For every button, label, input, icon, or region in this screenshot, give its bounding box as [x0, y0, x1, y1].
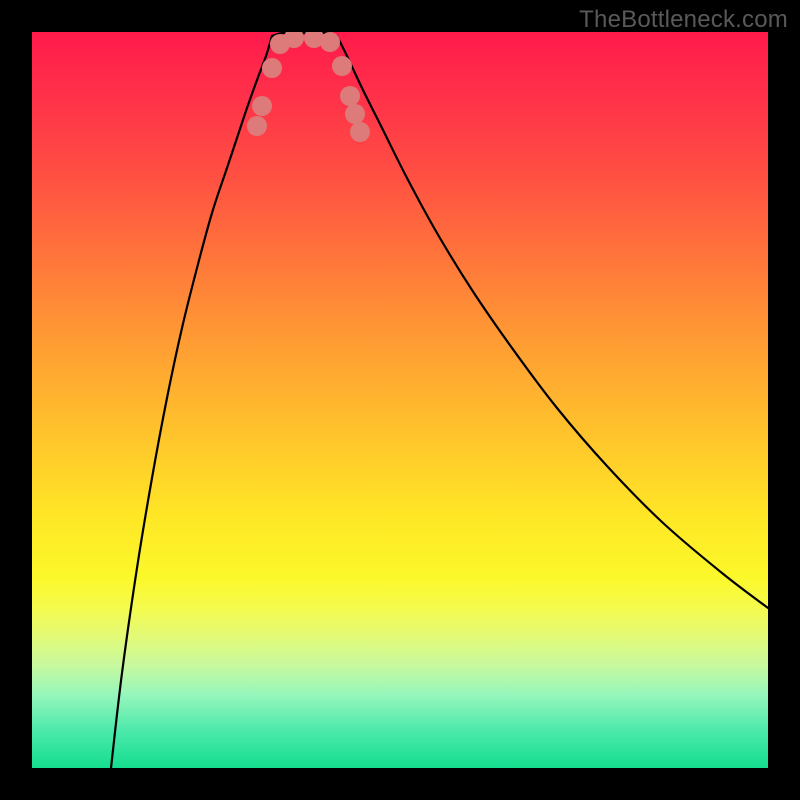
series-left-curve: [111, 36, 272, 768]
curve-paths: [111, 33, 768, 768]
watermark-text: TheBottleneck.com: [579, 6, 788, 34]
marker-dot-2: [262, 58, 282, 78]
marker-dot-10: [350, 122, 370, 142]
outer-frame: TheBottleneck.com: [0, 0, 800, 800]
marker-dot-1: [252, 96, 272, 116]
marker-dot-0: [247, 116, 267, 136]
curve-layer: [32, 32, 768, 768]
plot-area: [32, 32, 768, 768]
marker-dot-7: [332, 56, 352, 76]
marker-dot-6: [320, 32, 340, 52]
series-right-curve: [337, 36, 768, 608]
marker-dot-9: [345, 104, 365, 124]
marker-dot-8: [340, 86, 360, 106]
marker-dots: [247, 32, 370, 142]
